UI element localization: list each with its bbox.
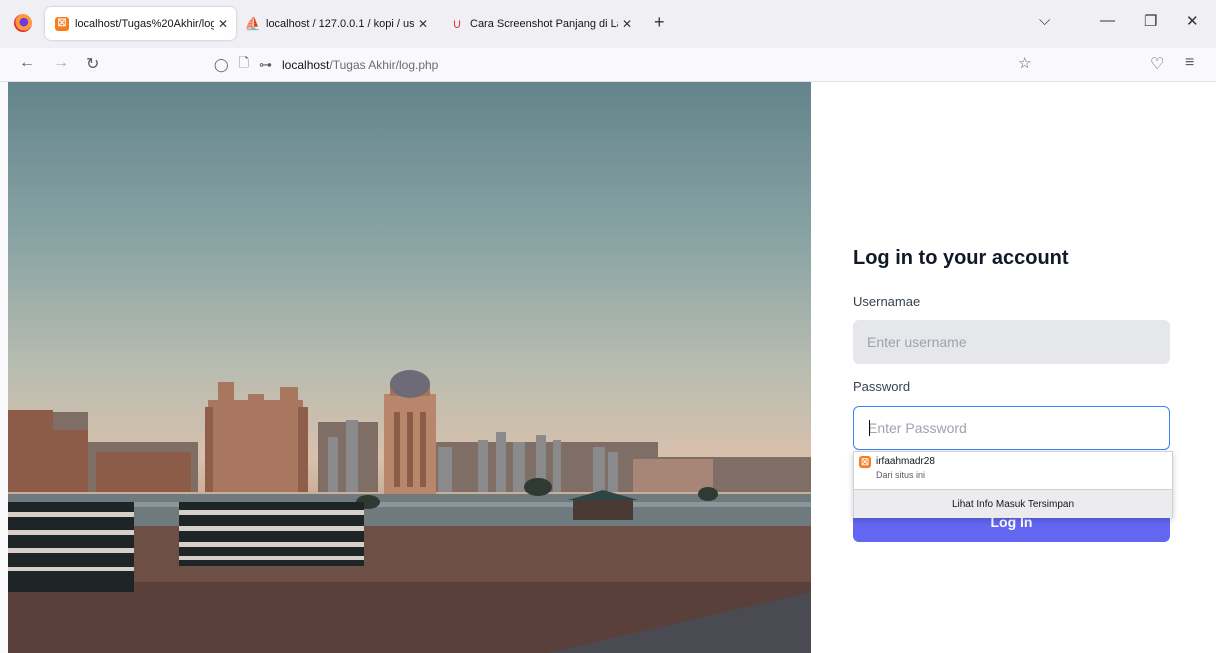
restore-icon[interactable]: ❐ (1144, 12, 1157, 30)
url-bar[interactable]: ◯ 🗋 ⊶ localhost/Tugas Akhir/log.php (214, 51, 1044, 78)
page-icon[interactable]: 🗋 (239, 54, 249, 76)
close-tab-icon[interactable]: ✕ (618, 17, 636, 31)
url-path: /Tugas Akhir/log.php (329, 57, 439, 72)
new-tab-icon[interactable]: + (654, 12, 665, 33)
tab-label: localhost / 127.0.0.1 / kopi / use (266, 17, 414, 30)
close-tab-icon[interactable]: ✕ (214, 17, 232, 31)
key-icon[interactable]: ⊶ (259, 57, 272, 73)
saved-username: irfaahmadr28 (876, 456, 935, 467)
saved-login-source: Dari situs ini (876, 470, 926, 480)
tab-label: localhost/Tugas%20Akhir/log.p (75, 17, 214, 30)
login-heading: Log in to your account (853, 247, 1069, 269)
forward-icon[interactable]: → (53, 54, 69, 72)
view-saved-logins-button[interactable]: Lihat Info Masuk Tersimpan (854, 489, 1172, 518)
menu-icon[interactable]: ≡ (1185, 54, 1194, 72)
username-input[interactable] (853, 320, 1170, 364)
xampp-icon: ☒ (55, 16, 69, 31)
pocket-icon[interactable]: ♡ (1150, 54, 1164, 74)
close-tab-icon[interactable]: ✕ (414, 17, 432, 31)
skyline-illustration (8, 370, 811, 653)
firefox-logo-icon[interactable] (14, 14, 32, 32)
username-label: Usernamae (853, 294, 921, 309)
login-form: Log in to your account Usernamae Passwor… (853, 247, 1170, 542)
close-window-icon[interactable]: ✕ (1186, 12, 1199, 30)
phpmyadmin-icon: ⛵ (244, 15, 262, 31)
text-caret (869, 420, 870, 436)
tab-log[interactable]: ☒ localhost/Tugas%20Akhir/log.p ✕ (45, 7, 236, 40)
page-content: Log in to your account Usernamae Passwor… (8, 82, 1216, 653)
chevron-down-icon[interactable]: ⌵ (1039, 12, 1050, 29)
tab-strip: ☒ localhost/Tugas%20Akhir/log.p ✕ ⛵ loca… (0, 0, 1216, 48)
saved-login-item[interactable]: ☒ irfaahmadr28 Dari situs ini (854, 452, 1172, 488)
magnet-icon: ∪ (452, 15, 462, 31)
cityscape-photo (8, 82, 811, 653)
password-label: Password (853, 379, 911, 394)
tab-label: Cara Screenshot Panjang di Lap (470, 17, 618, 30)
nav-bar: ← → ↻ ◯ 🗋 ⊶ localhost/Tugas Akhir/log.ph… (0, 48, 1216, 82)
minimize-icon[interactable]: — (1100, 12, 1115, 29)
xampp-icon: ☒ (859, 456, 871, 468)
tab-phpmyadmin[interactable]: ⛵ localhost / 127.0.0.1 / kopi / use ✕ (236, 7, 436, 40)
shield-icon[interactable]: ◯ (214, 57, 229, 73)
saved-login-popup: ☒ irfaahmadr28 Dari situs ini Lihat Info… (853, 451, 1173, 518)
password-input[interactable] (853, 406, 1170, 450)
tab-screenshot[interactable]: ∪ Cara Screenshot Panjang di Lap ✕ (440, 7, 640, 40)
url-host: localhost (282, 57, 330, 72)
back-icon[interactable]: ← (19, 54, 35, 72)
reload-icon[interactable]: ↻ (86, 54, 99, 74)
bookmark-star-icon[interactable]: ☆ (1018, 54, 1031, 72)
